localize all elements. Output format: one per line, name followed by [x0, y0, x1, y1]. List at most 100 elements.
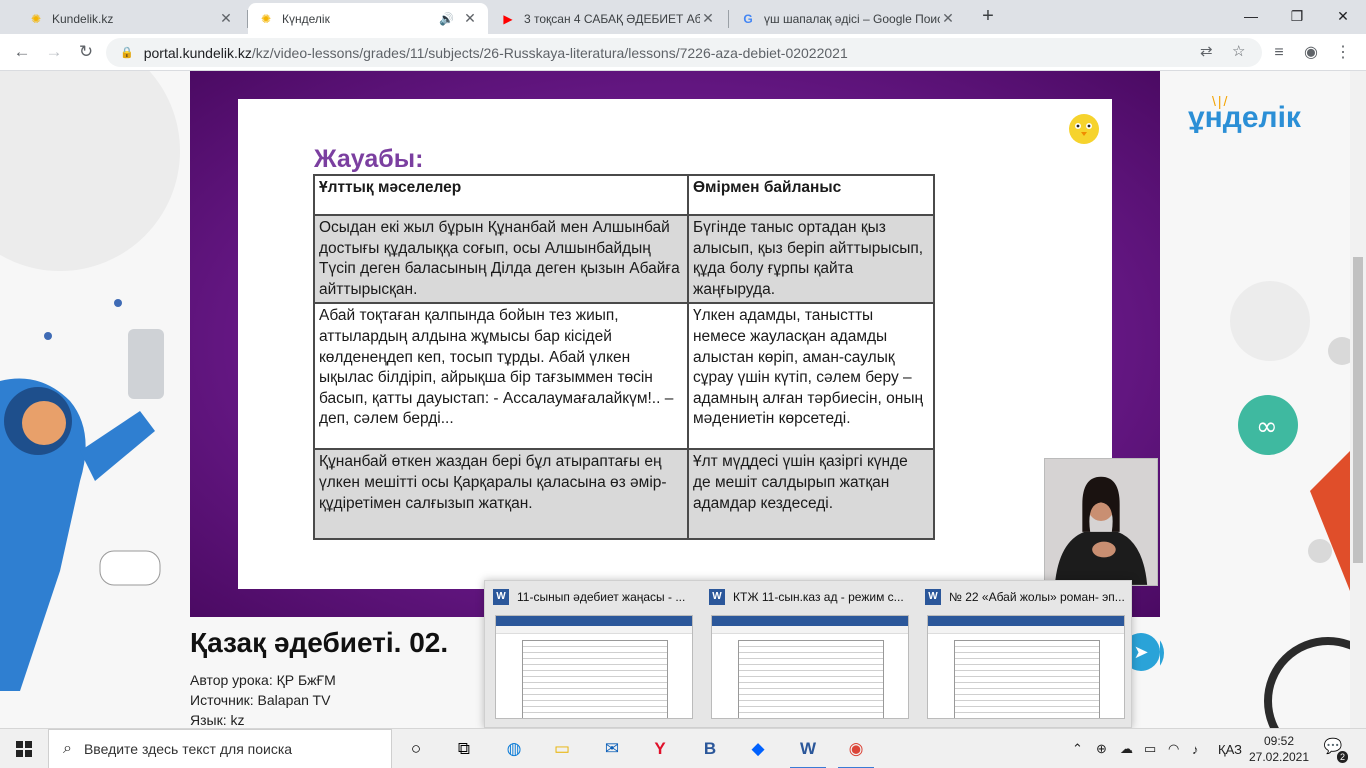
close-icon[interactable]: ✕	[462, 10, 478, 27]
language-indicator[interactable]: ҚАЗ	[1218, 729, 1242, 768]
tab-separator	[728, 10, 729, 28]
windows-taskbar: ⌕ Введите здесь текст для поиска ○ ⧉ ◍ ▭…	[0, 728, 1366, 768]
tab-label: Kundelik.kz	[52, 11, 114, 26]
clock-date: 27.02.2021	[1248, 750, 1310, 764]
lesson-source: Источник: Balapan TV	[190, 692, 331, 708]
reading-list-icon[interactable]: ≡	[1268, 42, 1290, 64]
table-cell: Осыдан екі жыл бұрын Құнанбай мен Алшынб…	[313, 213, 689, 305]
notification-count: 2	[1336, 751, 1348, 763]
tab-label: Күнделік	[282, 11, 330, 26]
word-icon: W	[925, 589, 941, 605]
table-row: Осыдан екі жыл бұрын Құнанбай мен Алшынб…	[313, 213, 935, 305]
maximize-button[interactable]: ❐	[1274, 4, 1320, 28]
sign-language-interpreter	[1044, 458, 1158, 586]
dropbox-icon[interactable]: ◆	[734, 729, 782, 768]
preview-thumbnail	[711, 615, 909, 719]
table-row: Құнанбай өткен жаздан бері бұл атырaптағ…	[313, 448, 935, 541]
word-window-preview[interactable]: W КТЖ 11-сын.каз ад - режим с...	[701, 581, 917, 729]
chick-mascot-icon	[1069, 114, 1099, 144]
close-icon[interactable]: ✕	[700, 10, 716, 27]
word-window-preview[interactable]: W 11-сынып әдебиет жаңасы - ...	[485, 581, 701, 729]
show-hidden-icons-icon[interactable]: ⌃	[1072, 729, 1083, 768]
answer-table: Ұлттық мәселелер Өмірмен байланыс Осыдан…	[313, 174, 935, 541]
close-icon[interactable]: ✕	[940, 10, 956, 27]
wifi-icon[interactable]: ◠	[1168, 729, 1179, 768]
new-tab-button[interactable]: +	[978, 6, 998, 28]
minimize-button[interactable]: —	[1228, 4, 1274, 28]
table-cell: Үлкен адамды, таныстты немесе жауласқан …	[687, 302, 935, 451]
windows-start-icon[interactable]	[0, 729, 48, 768]
cloud-icon[interactable]: ☁	[1120, 729, 1133, 768]
youtube-icon: ▶	[503, 11, 513, 26]
tab-strip: ✺ Kundelik.kz ✕ ✺ Күнделік 🔊 ✕ ▶ 3 тоқса…	[0, 0, 1366, 34]
kundelik-icon: ✺	[30, 11, 42, 26]
table-row: Абай тоқтаған қалпында бойын тез жиып, а…	[313, 302, 935, 451]
word-taskbar-icon[interactable]: W	[784, 729, 832, 768]
b-app-icon[interactable]: B	[686, 729, 734, 768]
edge-icon[interactable]: ◍	[490, 729, 538, 768]
table-header: Өмірмен байланыс	[687, 174, 935, 216]
url-host: portal.kundelik.kz	[143, 44, 252, 61]
speaker-icon[interactable]: 🔊	[439, 12, 454, 26]
mic-icon[interactable]: ⊕	[1096, 729, 1107, 768]
notification-center-icon[interactable]: 💬 2	[1320, 737, 1348, 763]
close-window-button[interactable]: ✕	[1320, 4, 1366, 28]
search-placeholder: Введите здесь текст для поиска	[83, 741, 293, 757]
taskbar-search-input[interactable]: ⌕ Введите здесь текст для поиска	[48, 729, 392, 768]
chrome-icon[interactable]: ◉	[832, 729, 880, 768]
close-icon[interactable]: ✕	[218, 10, 234, 27]
preview-title: 11-сынып әдебиет жаңасы - ...	[517, 590, 686, 604]
translate-icon[interactable]: ⇄	[1200, 42, 1213, 60]
table-header: Ұлттық мәселелер	[313, 174, 689, 216]
video-player[interactable]: Жауабы: Ұлттық мәселелер Өмірмен байланы…	[190, 71, 1160, 617]
lesson-language: Язык: kz	[190, 712, 245, 728]
preview-thumbnail	[495, 615, 693, 719]
preview-title: КТЖ 11-сын.каз ад - режим с...	[733, 590, 904, 604]
svg-text:∞: ∞	[1256, 412, 1278, 442]
word-icon: W	[709, 589, 725, 605]
url-path: /kz/video-lessons/grades/11/subjects/26-…	[251, 44, 848, 61]
bookmark-star-icon[interactable]: ☆	[1232, 42, 1245, 60]
tab-youtube[interactable]: ▶ 3 тоқсан 4 САБАҚ ӘДЕБИЕТ Аба ✕	[490, 3, 726, 34]
volume-icon[interactable]: ♪	[1192, 729, 1199, 768]
yandex-icon[interactable]: Y	[636, 729, 684, 768]
back-arrow-icon[interactable]: ←	[10, 40, 34, 64]
word-icon: W	[493, 589, 509, 605]
tab-label: үш шапалақ әдісі – Google Поис	[764, 11, 940, 26]
lesson-title: Қазақ әдебиеті. 02.	[190, 627, 449, 658]
table-cell: Құнанбай өткен жаздан бері бұл атырaптағ…	[313, 448, 689, 541]
mail-icon[interactable]: ✉	[588, 729, 636, 768]
address-bar[interactable]: 🔒 portal.kundelik.kz/kz/video-lessons/gr…	[106, 38, 1262, 67]
clock-time: 09:52	[1263, 734, 1295, 748]
table-cell: Абай тоқтаған қалпында бойын тез жиып, а…	[313, 302, 689, 451]
astronaut-illustration	[0, 71, 180, 691]
task-view-icon[interactable]: ⧉	[440, 729, 488, 768]
reload-icon[interactable]: ↻	[74, 40, 98, 64]
battery-icon[interactable]: ▭	[1144, 729, 1156, 768]
profile-avatar-icon[interactable]: ◉	[1300, 42, 1322, 64]
preview-title: № 22 «Абай жолы» роман- эп...	[949, 590, 1125, 604]
menu-icon[interactable]: ⋮	[1332, 42, 1354, 64]
word-window-preview[interactable]: W № 22 «Абай жолы» роман- эп...	[917, 581, 1133, 729]
tab-label: 3 тоқсан 4 САБАҚ ӘДЕБИЕТ Аба	[524, 11, 700, 26]
google-icon: G	[743, 11, 753, 26]
taskbar-clock[interactable]: 09:52 27.02.2021	[1248, 733, 1310, 765]
lesson-author: Автор урока: ҚР БжҒМ	[190, 672, 336, 688]
table-cell: Бүгінде таныс ортадан қыз алысып, қыз бе…	[687, 213, 935, 305]
forward-arrow-icon[interactable]: →	[42, 40, 66, 64]
cortana-icon[interactable]: ○	[392, 729, 440, 768]
tab-google[interactable]: G үш шапалақ әдісі – Google Поис ✕	[730, 3, 966, 34]
scrollbar-thumb[interactable]	[1353, 257, 1363, 563]
lesson-slide: Жауабы: Ұлттық мәселелер Өмірмен байланы…	[238, 99, 1158, 589]
lock-icon: 🔒	[120, 47, 134, 59]
tab-kundelik[interactable]: ✺ Kundelik.kz ✕	[18, 3, 244, 34]
taskbar-window-previews: W 11-сынып әдебиет жаңасы - ... W КТЖ 11-с…	[484, 580, 1132, 728]
logo-sparkle-icon: \|/	[1212, 93, 1230, 109]
table-cell: Ұлт мүддесі үшін қазіргі күнде де мешіт …	[687, 448, 935, 541]
search-icon: ⌕	[63, 740, 72, 757]
preview-thumbnail	[927, 615, 1125, 719]
file-explorer-icon[interactable]: ▭	[538, 729, 586, 768]
tab-kundelik-active[interactable]: ✺ Күнделік 🔊 ✕	[248, 3, 488, 34]
page-scrollbar[interactable]	[1350, 71, 1366, 728]
kundelik-icon: ✺	[260, 11, 272, 26]
